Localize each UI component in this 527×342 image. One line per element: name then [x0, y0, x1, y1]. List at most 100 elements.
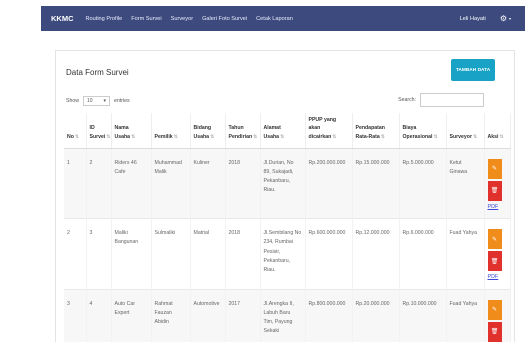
cell-aksi: ✎ 🗑 PDF — [484, 147, 511, 219]
nav-form-survei[interactable]: Form Survei — [131, 16, 161, 22]
cell-pemilik: Rahmat Fauzan Abidin — [151, 288, 191, 342]
column-header-tahun-pendirian[interactable]: Tahun Pendirian⇅ — [225, 113, 261, 149]
column-header-nama-usaha[interactable]: Nama Usaha⇅ — [111, 113, 152, 149]
delete-button[interactable]: 🗑 — [487, 321, 502, 342]
cell-pendapatan: Rp.15.000.000 — [352, 147, 400, 219]
cell-nama-usaha: Maliki Bangunan — [111, 218, 152, 290]
cell-biaya: Rp.10.000.000 — [399, 288, 447, 342]
cell-surveyor: Fuad Yahya — [446, 218, 485, 290]
pencil-icon: ✎ — [491, 307, 498, 314]
table-row: 3 4 Auto Car Expert Rahmat Fauzan Abidin… — [64, 288, 511, 342]
cell-tahun: 2018 — [225, 218, 261, 290]
sort-icon[interactable]: ⇅ — [433, 134, 437, 140]
entries-label: entries — [113, 98, 130, 104]
trash-icon: 🗑 — [490, 329, 499, 336]
pencil-icon: ✎ — [491, 166, 498, 173]
column-header-pendapatan[interactable]: Pendapatan Rata-Rata⇅ — [352, 113, 400, 149]
sort-icon[interactable]: ⇅ — [174, 134, 178, 140]
user-menu[interactable]: Leli Hayati ⚙ ▾ — [460, 14, 511, 23]
column-header-id-survei[interactable]: ID Survei⇅ — [86, 113, 112, 149]
form-survei-panel: Data Form Survei TAMBAH DATA Show 10 ▾ e… — [55, 50, 515, 342]
cell-surveyor: Ketut Ginawa — [446, 147, 485, 219]
entries-length-select[interactable]: 10 ▾ — [82, 96, 110, 106]
sort-icon[interactable]: ⇅ — [473, 134, 477, 140]
trash-icon: 🗑 — [490, 258, 499, 265]
survey-table: No⇅ ID Survei⇅ Nama Usaha⇅ Pemilik⇅ Bida… — [64, 113, 511, 342]
table-header-row: No⇅ ID Survei⇅ Nama Usaha⇅ Pemilik⇅ Bida… — [64, 113, 511, 149]
cell-alamat: Jl.Durian, No 89, Sukajadi, Pekanbaru, R… — [260, 147, 306, 219]
cell-ppup: Rp.600.000.000 — [305, 218, 353, 290]
cell-bidang-usaha: Matrial — [190, 218, 226, 290]
sort-icon[interactable]: ⇅ — [381, 134, 385, 140]
cell-aksi: ✎ 🗑 PDF — [484, 218, 511, 290]
chevron-down-icon: ▾ — [103, 98, 106, 104]
cell-pendapatan: Rp.20.000.000 — [352, 288, 400, 342]
nav-cetak-laporan[interactable]: Cetak Laporan — [256, 16, 293, 22]
pencil-icon: ✎ — [491, 236, 498, 243]
table-search: Search: — [398, 93, 484, 107]
cell-surveyor: Fuad Yahya — [446, 288, 485, 342]
column-header-surveyor[interactable]: Surveyor⇅ — [446, 113, 485, 149]
cell-bidang-usaha: Automotive — [190, 288, 226, 342]
cell-biaya: Rp.5.000.000 — [399, 147, 447, 219]
sort-icon[interactable]: ⇅ — [332, 134, 336, 140]
column-header-alamat-usaha[interactable]: Alamat Usaha⇅ — [260, 113, 306, 149]
cell-bidang-usaha: Kuliner — [190, 147, 226, 219]
entries-length-control: Show 10 ▾ entries — [66, 96, 130, 106]
edit-button[interactable]: ✎ — [487, 299, 502, 320]
column-header-aksi[interactable]: Aksi⇅ — [484, 113, 511, 149]
cell-ppup: Rp.200.000.000 — [305, 147, 353, 219]
top-navbar: KKMC Routing Profile Form Survei Surveyo… — [41, 6, 525, 31]
column-header-biaya-operasional[interactable]: Biaya Operasional⇅ — [399, 113, 447, 149]
cell-id: 3 — [86, 218, 112, 290]
cell-pemilik: Sulmaliki — [151, 218, 191, 290]
table-row: 1 2 Riders 46 Cafe Muhammad Malik Kuline… — [64, 147, 511, 219]
cell-pendapatan: Rp.12.000.000 — [352, 218, 400, 290]
edit-button[interactable]: ✎ — [487, 158, 502, 179]
pdf-link[interactable]: PDF — [488, 203, 499, 212]
user-name[interactable]: Leli Hayati — [460, 16, 486, 22]
column-header-ppup[interactable]: PPUP yang akan dicairkan⇅ — [305, 113, 353, 149]
sort-icon[interactable]: ⇅ — [280, 134, 284, 140]
nav-galeri-foto-survei[interactable]: Galeri Foto Survei — [202, 16, 247, 22]
cell-id: 4 — [86, 288, 112, 342]
sort-icon[interactable]: ⇅ — [210, 134, 214, 140]
cell-no: 3 — [64, 288, 87, 342]
chevron-down-icon[interactable]: ▾ — [509, 16, 511, 21]
gear-icon[interactable]: ⚙ — [500, 14, 507, 23]
cell-pemilik: Muhammad Malik — [151, 147, 191, 219]
column-header-pemilik[interactable]: Pemilik⇅ — [151, 113, 191, 149]
page-title: Data Form Survei — [66, 68, 129, 77]
entries-length-value: 10 — [86, 98, 93, 104]
cell-alamat: Jl.Sembilang No 234, Rumbai Pesisir, Pek… — [260, 218, 306, 290]
sort-icon[interactable]: ⇅ — [75, 134, 79, 140]
search-input[interactable] — [420, 93, 484, 107]
add-data-button[interactable]: TAMBAH DATA — [451, 59, 495, 81]
column-header-no[interactable]: No⇅ — [64, 113, 87, 149]
edit-button[interactable]: ✎ — [487, 229, 502, 250]
search-label: Search: — [398, 97, 416, 103]
cell-ppup: Rp.800.000.000 — [305, 288, 353, 342]
cell-tahun: 2017 — [225, 288, 261, 342]
sort-icon[interactable]: ⇅ — [131, 134, 135, 140]
sort-icon[interactable]: ⇅ — [106, 134, 110, 140]
cell-aksi: ✎ 🗑 — [484, 288, 511, 342]
nav-surveyor[interactable]: Surveyor — [171, 16, 193, 22]
delete-button[interactable]: 🗑 — [487, 251, 502, 272]
table-row: 2 3 Maliki Bangunan Sulmaliki Matrial 20… — [64, 218, 511, 290]
cell-no: 2 — [64, 218, 87, 290]
delete-button[interactable]: 🗑 — [487, 180, 502, 201]
cell-id: 2 — [86, 147, 112, 219]
cell-nama-usaha: Auto Car Expert — [111, 288, 152, 342]
pdf-link[interactable]: PDF — [488, 273, 499, 282]
cell-tahun: 2018 — [225, 147, 261, 219]
cell-no: 1 — [64, 147, 87, 219]
brand-logo[interactable]: KKMC — [51, 14, 74, 23]
column-header-bidang-usaha[interactable]: Bidang Usaha⇅ — [190, 113, 226, 149]
sort-icon[interactable]: ⇅ — [499, 134, 503, 140]
trash-icon: 🗑 — [490, 188, 499, 195]
sort-icon[interactable]: ⇅ — [253, 134, 257, 140]
show-label: Show — [66, 98, 79, 104]
cell-biaya: Rp.6.000.000 — [399, 218, 447, 290]
nav-routing-profile[interactable]: Routing Profile — [86, 16, 123, 22]
